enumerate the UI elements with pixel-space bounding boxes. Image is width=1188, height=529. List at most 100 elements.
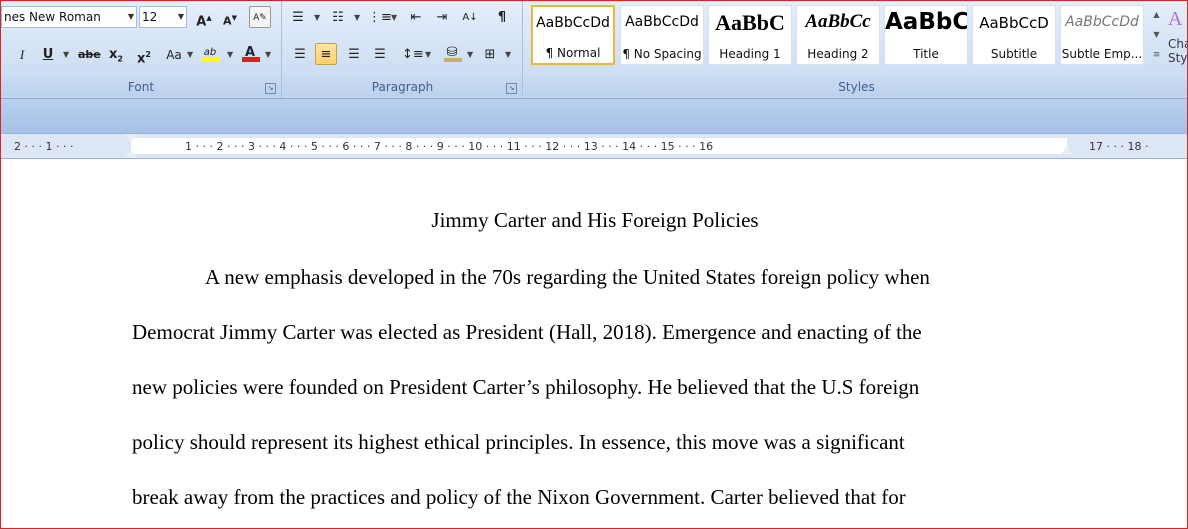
dialog-launcher-icon[interactable]: ↘ (506, 83, 517, 94)
paragraph-line: A new emphasis developed in the 70s rega… (205, 265, 930, 289)
show-marks-button[interactable]: ¶ (491, 6, 513, 28)
justify-button[interactable]: ☰ (369, 43, 391, 65)
chevron-down-icon[interactable]: ▼ (265, 50, 271, 59)
style-sample: AaBbC (885, 9, 967, 35)
borders-button[interactable]: ⊞ (479, 43, 501, 65)
chevron-down-icon[interactable]: ▼ (391, 13, 397, 22)
paragraph-line: policy should represent its highest ethi… (132, 430, 905, 454)
font-color-button[interactable]: A (239, 41, 261, 63)
underline-icon: U (42, 47, 54, 62)
borders-icon: ⊞ (484, 47, 496, 62)
horizontal-ruler[interactable]: 2 · · · 1 · · · 1 · · · 2 · · · 3 · · · … (1, 133, 1187, 159)
chevron-down-icon[interactable]: ▼ (354, 13, 360, 22)
font-name-value: nes New Roman (4, 10, 101, 24)
sort-icon: A↓ (462, 12, 478, 23)
decrease-indent-icon: ⇤ (410, 10, 422, 25)
italic-button[interactable]: I (11, 43, 33, 65)
style-name: Title (913, 47, 939, 61)
style-heading-1[interactable]: AaBbC Heading 1 (708, 5, 792, 65)
bullet-list-icon: ☰ (292, 10, 304, 25)
highlight-button[interactable]: ab (199, 41, 221, 63)
paragraph-line: break away from the practices and policy… (132, 485, 906, 509)
multilevel-list-button[interactable]: ⋮≡ (367, 6, 392, 28)
line-spacing-button[interactable]: ↕≡ (401, 43, 424, 65)
first-line-indent-marker[interactable] (125, 134, 137, 142)
ruler-main-marks: 1 · · · 2 · · · 3 · · · 4 · · · 5 · · · … (185, 140, 714, 153)
change-styles-label: Cha (1168, 37, 1187, 51)
bullets-button[interactable]: ☰ (287, 6, 309, 28)
chevron-down-icon[interactable]: ▼ (467, 50, 473, 59)
style-name: ¶ Normal (545, 46, 601, 60)
numbering-button[interactable]: ☷ (327, 6, 349, 28)
pilcrow-icon: ¶ (497, 10, 507, 25)
style-name: Subtitle (990, 47, 1038, 61)
dialog-launcher-icon[interactable]: ↘ (265, 83, 276, 94)
align-center-button[interactable]: ≡ (315, 43, 337, 65)
style-sample: AaBbCcD (979, 14, 1049, 32)
align-right-button[interactable]: ☰ (343, 43, 365, 65)
chevron-down-icon[interactable]: ▼ (227, 50, 233, 59)
left-indent-marker[interactable] (125, 150, 137, 158)
style-subtitle[interactable]: AaBbCcD Subtitle (972, 5, 1056, 65)
align-center-icon: ≡ (320, 47, 332, 62)
sort-button[interactable]: A↓ (459, 6, 481, 28)
style-title[interactable]: AaBbC Title (884, 5, 968, 65)
style-normal[interactable]: AaBbCcDd ¶ Normal (531, 5, 615, 65)
change-case-button[interactable]: Aa (161, 43, 187, 65)
strikethrough-icon: abe (78, 48, 101, 61)
font-color-swatch (242, 57, 260, 62)
style-sample: AaBbCcDd (625, 14, 699, 30)
chevron-down-icon[interactable]: ▼ (314, 13, 320, 22)
document-title: Jimmy Carter and His Foreign Policies (431, 208, 759, 232)
strikethrough-button[interactable]: abe (77, 43, 101, 65)
grow-font-button[interactable]: A▲ (193, 6, 215, 30)
style-name: Heading 1 (719, 47, 781, 61)
gallery-scroll-up[interactable]: ▲ (1149, 5, 1164, 25)
highlight-color-swatch (202, 57, 220, 62)
align-left-button[interactable]: ☰ (289, 43, 311, 65)
shading-button[interactable]: ⛁ (441, 41, 463, 63)
gallery-scroll-down[interactable]: ▼ (1149, 25, 1164, 45)
change-styles-icon: A (1168, 8, 1183, 30)
paragraph-group: ☰ ▼ ☷ ▼ ⋮≡ ▼ ⇤ ⇥ A↓ ¶ ☰ ≡ ☰ ☰ ↕≡ ▼ ⛁ ▼ ⊞… (283, 1, 523, 98)
right-indent-marker[interactable] (1061, 146, 1073, 154)
font-size-combo[interactable]: 12 ▼ (139, 6, 187, 28)
style-no-spacing[interactable]: AaBbCcDd ¶ No Spacing (620, 5, 704, 65)
font-size-value: 12 (142, 10, 158, 24)
underline-button[interactable]: U (37, 43, 59, 65)
style-heading-2[interactable]: AaBbCc Heading 2 (796, 5, 880, 65)
chevron-down-icon: ▼ (177, 12, 184, 21)
italic-icon: I (19, 47, 25, 62)
chevron-down-icon[interactable]: ▼ (505, 50, 511, 59)
word-window: nes New Roman ▼ 12 ▼ A▲ A▼ A✎ I U ▼ abe … (0, 0, 1188, 529)
font-group: nes New Roman ▼ 12 ▼ A▲ A▼ A✎ I U ▼ abe … (1, 1, 282, 98)
ruler-right-marks: 17 · · · 18 · (1089, 140, 1149, 153)
shading-color-swatch (444, 58, 462, 62)
grow-font-icon: A (196, 14, 207, 30)
font-name-combo[interactable]: nes New Roman ▼ (1, 6, 137, 28)
align-right-icon: ☰ (348, 47, 360, 62)
change-styles-button[interactable]: A Cha Sty (1168, 1, 1187, 81)
paragraph-line: Democrat Jimmy Carter was elected as Pre… (132, 320, 922, 344)
superscript-button[interactable]: x2 (133, 43, 155, 66)
clear-formatting-icon: A✎ (253, 13, 267, 23)
document-page[interactable]: Jimmy Carter and His Foreign Policies A … (1, 160, 1187, 528)
decrease-indent-button[interactable]: ⇤ (405, 6, 427, 28)
increase-indent-icon: ⇥ (436, 10, 448, 25)
chevron-down-icon[interactable]: ▼ (425, 50, 431, 59)
style-subtle-emphasis[interactable]: AaBbCcDd Subtle Emp... (1060, 5, 1144, 65)
chevron-down-icon[interactable]: ▼ (63, 50, 69, 59)
chevron-down-icon: ▼ (127, 12, 134, 21)
increase-indent-button[interactable]: ⇥ (431, 6, 453, 28)
clear-formatting-button[interactable]: A✎ (249, 6, 271, 28)
gallery-more[interactable]: ≡ (1149, 45, 1164, 65)
styles-group: AaBbCcDd ¶ Normal AaBbCcDd ¶ No Spacing … (524, 1, 1187, 98)
subscript-button[interactable]: x2 (105, 43, 127, 65)
font-group-label: Font (1, 79, 281, 96)
ribbon-bottom-strip (1, 99, 1187, 133)
shrink-font-button[interactable]: A▼ (219, 6, 241, 28)
ribbon: nes New Roman ▼ 12 ▼ A▲ A▼ A✎ I U ▼ abe … (1, 1, 1187, 99)
style-sample: AaBbCcDd (536, 15, 610, 31)
chevron-down-icon[interactable]: ▼ (187, 50, 193, 59)
ruler-left-marks: 2 · · · 1 · · · (14, 140, 74, 153)
